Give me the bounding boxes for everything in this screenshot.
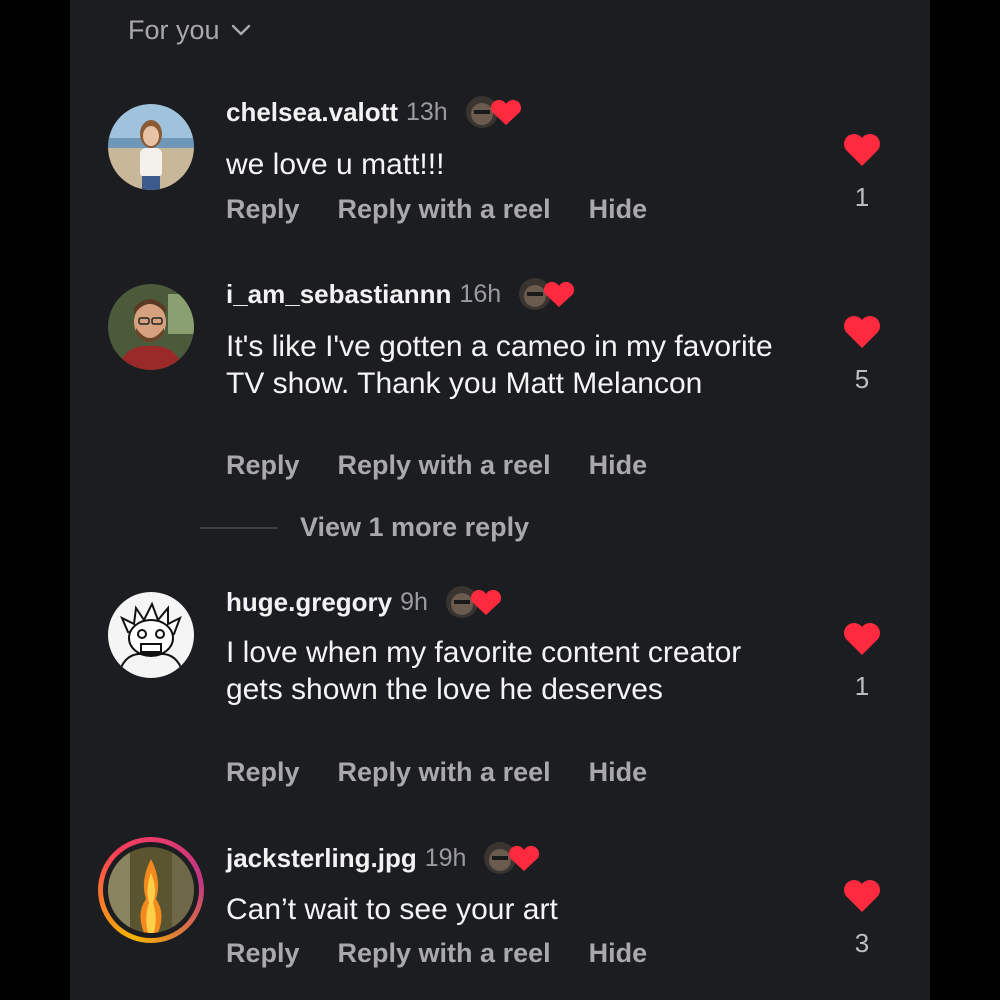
timestamp: 16h — [459, 279, 502, 308]
hide-button[interactable]: Hide — [589, 938, 648, 969]
heart-icon — [844, 134, 880, 166]
story-ring[interactable] — [98, 837, 204, 943]
sort-dropdown[interactable]: For you — [128, 12, 252, 48]
reply-with-reel-button[interactable]: Reply with a reel — [338, 938, 551, 969]
view-more-replies[interactable]: View 1 more reply — [200, 512, 529, 543]
reply-button[interactable]: Reply — [226, 194, 300, 225]
hide-button[interactable]: Hide — [589, 194, 648, 225]
divider — [200, 526, 278, 529]
like-count: 1 — [854, 671, 870, 701]
reply-with-reel-button[interactable]: Reply with a reel — [338, 757, 551, 788]
creator-liked-icon — [484, 842, 540, 874]
heart-icon — [844, 880, 880, 912]
username[interactable]: jacksterling.jpg — [226, 843, 417, 874]
like-button[interactable]: 5 — [838, 314, 886, 395]
comment-text: we love u matt!!! — [226, 148, 445, 181]
avatar — [108, 847, 194, 933]
avatar-cartoon-image — [108, 592, 194, 678]
like-button[interactable]: 1 — [838, 132, 886, 213]
heart-icon — [844, 623, 880, 655]
avatar-man-image — [108, 284, 194, 370]
timestamp: 13h — [405, 97, 448, 126]
like-count: 3 — [854, 928, 870, 958]
comment-text: I love when my favorite content creator … — [226, 636, 742, 706]
reply-with-reel-button[interactable]: Reply with a reel — [338, 194, 551, 225]
comment-actions: Reply Reply with a reel Hide — [226, 194, 647, 225]
reply-button[interactable]: Reply — [226, 938, 300, 969]
like-button[interactable]: 3 — [838, 878, 886, 959]
comment-text: Can’t wait to see your art — [226, 893, 558, 926]
like-count: 1 — [854, 182, 870, 212]
reply-button[interactable]: Reply — [226, 450, 300, 481]
chevron-down-icon — [231, 24, 250, 36]
comment-header: chelsea.valott 13h — [226, 92, 522, 132]
comment-header: i_am_sebastiannn 16h — [226, 274, 575, 314]
username[interactable]: huge.gregory — [226, 587, 392, 618]
hide-button[interactable]: Hide — [589, 450, 648, 481]
story-ring-gap — [103, 842, 199, 938]
username[interactable]: chelsea.valott — [226, 97, 398, 128]
reply-with-reel-button[interactable]: Reply with a reel — [338, 450, 551, 481]
comment-header: huge.gregory 9h — [226, 582, 502, 622]
timestamp: 9h — [400, 587, 428, 616]
hide-button[interactable]: Hide — [589, 757, 648, 788]
heart-icon — [844, 316, 880, 348]
sort-label: For you — [128, 14, 220, 45]
avatar[interactable] — [108, 104, 194, 190]
comment-actions: Reply Reply with a reel Hide — [226, 757, 647, 788]
avatar-art-image — [108, 847, 194, 933]
comment-text: It's like I've gotten a cameo in my favo… — [226, 330, 773, 400]
username[interactable]: i_am_sebastiannn — [226, 279, 451, 310]
comment-actions: Reply Reply with a reel Hide — [226, 450, 647, 481]
like-count: 5 — [854, 364, 870, 394]
creator-liked-icon — [519, 278, 575, 310]
timestamp: 19h — [424, 843, 467, 872]
avatar-beach-image — [108, 104, 194, 190]
comment-header: jacksterling.jpg 19h — [226, 838, 540, 878]
like-button[interactable]: 1 — [838, 621, 886, 702]
reply-button[interactable]: Reply — [226, 757, 300, 788]
creator-liked-icon — [465, 96, 521, 128]
avatar[interactable] — [108, 592, 194, 678]
creator-liked-icon — [445, 586, 502, 618]
view-more-replies-label: View 1 more reply — [300, 512, 530, 542]
comment-actions: Reply Reply with a reel Hide — [226, 938, 647, 969]
avatar[interactable] — [108, 284, 194, 370]
